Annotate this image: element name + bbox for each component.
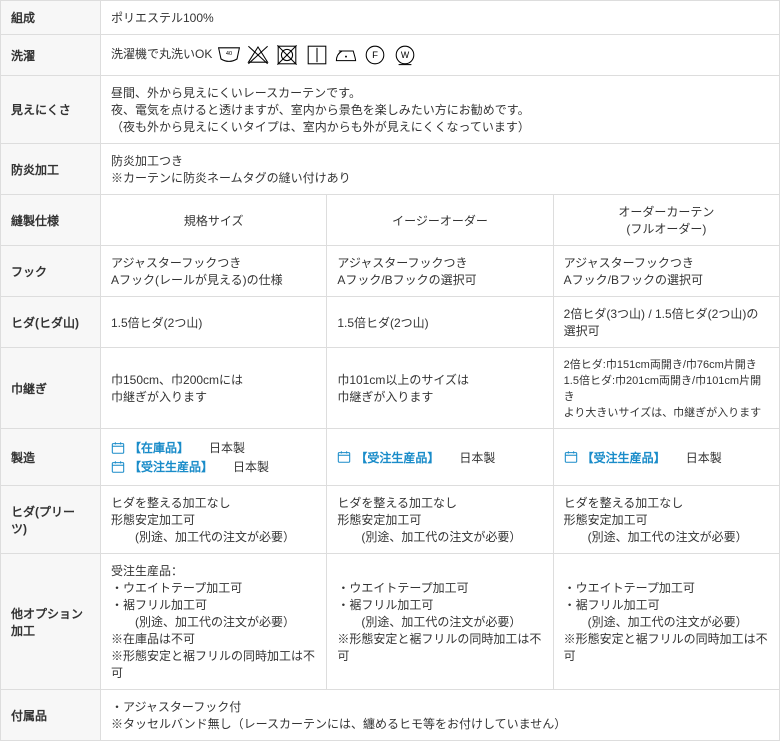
row-hida-label: ヒダ(ヒダ山) — [1, 297, 101, 348]
row-wash-label: 洗濯 — [1, 35, 101, 76]
pleats-col1: ヒダを整える加工なし 形態安定加工可 (別途、加工代の注文が必要） — [101, 486, 327, 554]
svg-text:F: F — [372, 50, 378, 61]
sewing-col3: オーダーカーテン (フルオーダー) — [553, 195, 779, 246]
hida-col3: 2倍ヒダ(3つ山) / 1.5倍ヒダ(2つ山)の選択可 — [553, 297, 779, 348]
mfg-item: 【在庫品】 日本製 — [111, 439, 316, 456]
mfg-country: 日本製 — [233, 458, 269, 475]
mfg-col3: 【受注生産品】 日本製 — [553, 429, 779, 486]
wash-text: 洗濯機で丸洗いOK — [111, 47, 212, 61]
hook-col3: アジャスターフックつき Aフック/Bフックの選択可 — [553, 246, 779, 297]
options-col2: ・ウエイトテープ加工可 ・裾フリル加工可 (別途、加工代の注文が必要） ※形態安… — [327, 554, 553, 690]
calendar-icon — [337, 450, 351, 464]
options-col3: ・ウエイトテープ加工可 ・裾フリル加工可 (別途、加工代の注文が必要） ※形態安… — [553, 554, 779, 690]
svg-text:40: 40 — [226, 51, 232, 57]
row-hook-label: フック — [1, 246, 101, 297]
hida-col1: 1.5倍ヒダ(2つ山) — [101, 297, 327, 348]
row-seam-label: 巾継ぎ — [1, 348, 101, 429]
mfg-country: 日本製 — [686, 449, 722, 466]
accessories-line2: ※タッセルバンド無し（レースカーテンには、纏めるヒモ等をお付けしていません） — [111, 715, 769, 732]
mfg-tag: 【受注生産品】 — [129, 458, 213, 475]
wetclean-w-icon: W — [393, 43, 417, 67]
visibility-line1: 昼間、外から見えにくいレースカーテンです。 — [111, 84, 769, 101]
seam-col1: 巾150cm、巾200cmには 巾継ぎが入ります — [101, 348, 327, 429]
mfg-col2: 【受注生産品】 日本製 — [327, 429, 553, 486]
row-flame-label: 防炎加工 — [1, 144, 101, 195]
mfg-tag: 【在庫品】 — [129, 439, 189, 456]
accessories-line1: ・アジャスターフック付 — [111, 698, 769, 715]
mfg-col1: 【在庫品】 日本製【受注生産品】 日本製 — [101, 429, 327, 486]
row-wash-value: 洗濯機で丸洗いOK 40 F W — [101, 35, 780, 76]
mfg-item: 【受注生産品】 日本製 — [337, 449, 542, 466]
seam-col2: 巾101cm以上のサイズは 巾継ぎが入ります — [327, 348, 553, 429]
options-col1: 受注生産品： ・ウエイトテープ加工可 ・裾フリル加工可 (別途、加工代の注文が必… — [101, 554, 327, 690]
flame-line1: 防炎加工つき — [111, 152, 769, 169]
mfg-country: 日本製 — [459, 449, 495, 466]
row-pleats-label: ヒダ(プリーツ) — [1, 486, 101, 554]
mfg-item: 【受注生産品】 日本製 — [111, 458, 316, 475]
dryclean-f-icon: F — [363, 43, 387, 67]
svg-text:W: W — [401, 50, 410, 60]
row-accessories-value: ・アジャスターフック付 ※タッセルバンド無し（レースカーテンには、纏めるヒモ等を… — [101, 690, 780, 741]
wash-icons: 40 F W — [216, 43, 418, 67]
mfg-tag: 【受注生産品】 — [355, 449, 439, 466]
hida-col2: 1.5倍ヒダ(2つ山) — [327, 297, 553, 348]
row-options-label: 他オプション加工 — [1, 554, 101, 690]
mfg-tag: 【受注生産品】 — [582, 449, 666, 466]
row-sewing-label: 縫製仕様 — [1, 195, 101, 246]
dry-hang-icon — [305, 43, 329, 67]
row-mfg-label: 製造 — [1, 429, 101, 486]
mfg-country: 日本製 — [209, 439, 245, 456]
row-composition-label: 組成 — [1, 1, 101, 35]
pleats-col3: ヒダを整える加工なし 形態安定加工可 (別途、加工代の注文が必要） — [553, 486, 779, 554]
spec-table: 組成 ポリエステル100% 洗濯 洗濯機で丸洗いOK 40 F W 見えにくさ … — [0, 0, 780, 741]
row-flame-value: 防炎加工つき ※カーテンに防炎ネームタグの縫い付けあり — [101, 144, 780, 195]
row-accessories-label: 付属品 — [1, 690, 101, 741]
no-tumble-dry-icon — [275, 43, 299, 67]
visibility-line2: 夜、電気を点けると透けますが、室内から景色を楽しみたい方にお勧めです。 — [111, 101, 769, 118]
pleats-col2: ヒダを整える加工なし 形態安定加工可 (別途、加工代の注文が必要） — [327, 486, 553, 554]
row-visibility-label: 見えにくさ — [1, 76, 101, 144]
calendar-icon — [111, 460, 125, 474]
sewing-col1: 規格サイズ — [101, 195, 327, 246]
flame-line2: ※カーテンに防炎ネームタグの縫い付けあり — [111, 169, 769, 186]
hook-col2: アジャスターフックつき Aフック/Bフックの選択可 — [327, 246, 553, 297]
hook-col1: アジャスターフックつき Aフック(レールが見える)の仕様 — [101, 246, 327, 297]
calendar-icon — [564, 450, 578, 464]
no-bleach-icon — [246, 43, 270, 67]
seam-col3: 2倍ヒダ:巾151cm両開き/巾76cm片開き 1.5倍ヒダ:巾201cm両開き… — [553, 348, 779, 429]
wash-machine-40-icon: 40 — [217, 43, 241, 67]
iron-low-icon — [334, 43, 358, 67]
visibility-line3: （夜も外から見えにくいタイプは、室内からも外が見えにくくなっています） — [111, 118, 769, 135]
sewing-col2: イージーオーダー — [327, 195, 553, 246]
row-visibility-value: 昼間、外から見えにくいレースカーテンです。 夜、電気を点けると透けますが、室内か… — [101, 76, 780, 144]
calendar-icon — [111, 441, 125, 455]
mfg-item: 【受注生産品】 日本製 — [564, 449, 769, 466]
row-composition-value: ポリエステル100% — [101, 1, 780, 35]
